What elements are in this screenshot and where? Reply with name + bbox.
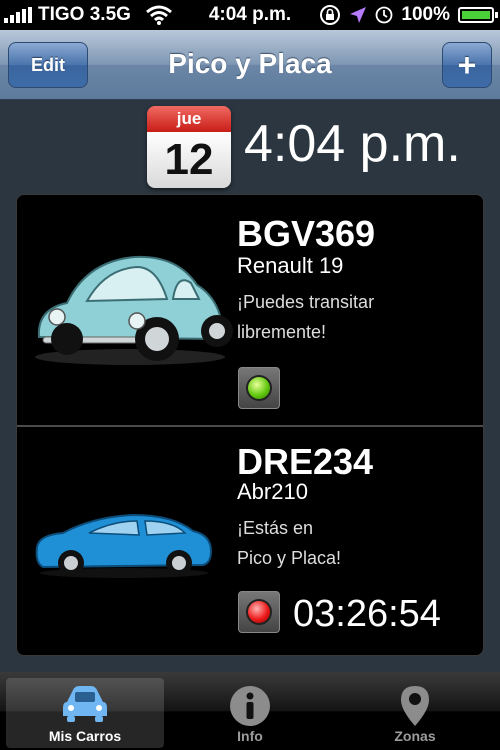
page-title: Pico y Placa: [168, 48, 332, 79]
tab-label: Zonas: [394, 728, 436, 744]
license-plate: DRE234: [237, 441, 374, 482]
car-icon: [63, 686, 107, 722]
tab-info[interactable]: Info: [171, 678, 329, 748]
car-row[interactable]: DRE234 Abr210 ¡Estás en Pico y Placa! 03…: [17, 427, 483, 657]
status-bar: TIGO 3.5G 4:04 p.m. 100%: [0, 0, 500, 30]
tab-label: Mis Carros: [48, 728, 122, 744]
green-light-icon: [246, 375, 272, 401]
car-row[interactable]: BGV369 Renault 19 ¡Puedes transitar libr…: [17, 195, 483, 425]
tab-zonas[interactable]: Zonas: [336, 678, 494, 748]
map-pin-icon: [401, 686, 429, 726]
info-icon: [230, 686, 270, 726]
battery-icon: [458, 7, 498, 23]
beetle-car-image: [35, 255, 233, 365]
battery-percent: 100%: [401, 4, 450, 25]
status-right: 100%: [319, 4, 498, 26]
calendar-weekday: jue: [147, 106, 231, 132]
add-car-button[interactable]: +: [442, 42, 492, 88]
status-message-line1: ¡Estás en: [237, 518, 314, 538]
red-light-icon: [246, 599, 272, 625]
status-message-line2: Pico y Placa!: [237, 548, 342, 568]
tab-bar: Mis Carros Info Zonas: [0, 672, 500, 750]
navigation-bar: Edit Pico y Placa +: [0, 30, 500, 100]
traffic-light-icon: [238, 591, 280, 633]
countdown-timer: 03:26:54: [293, 593, 441, 635]
sedan-car-image: [35, 513, 213, 578]
status-message-line1: ¡Puedes transitar: [237, 292, 375, 312]
status-message-line2: libremente!: [237, 322, 327, 342]
car-model: Abr210: [237, 479, 308, 504]
location-icon: [350, 7, 367, 23]
tab-label: Info: [237, 728, 263, 744]
car-model: Renault 19: [237, 253, 344, 278]
tab-mis-carros[interactable]: Mis Carros: [6, 678, 164, 748]
rotation-lock-icon: [320, 5, 341, 25]
traffic-light-icon: [238, 367, 280, 409]
calendar-icon: jue 12: [147, 106, 231, 188]
calendar-day: 12: [147, 132, 231, 188]
cars-panel: BGV369 Renault 19 ¡Puedes transitar libr…: [16, 194, 484, 656]
current-time: 4:04 p.m.: [244, 115, 461, 173]
license-plate: BGV369: [237, 213, 376, 254]
alarm-icon: [375, 6, 393, 24]
